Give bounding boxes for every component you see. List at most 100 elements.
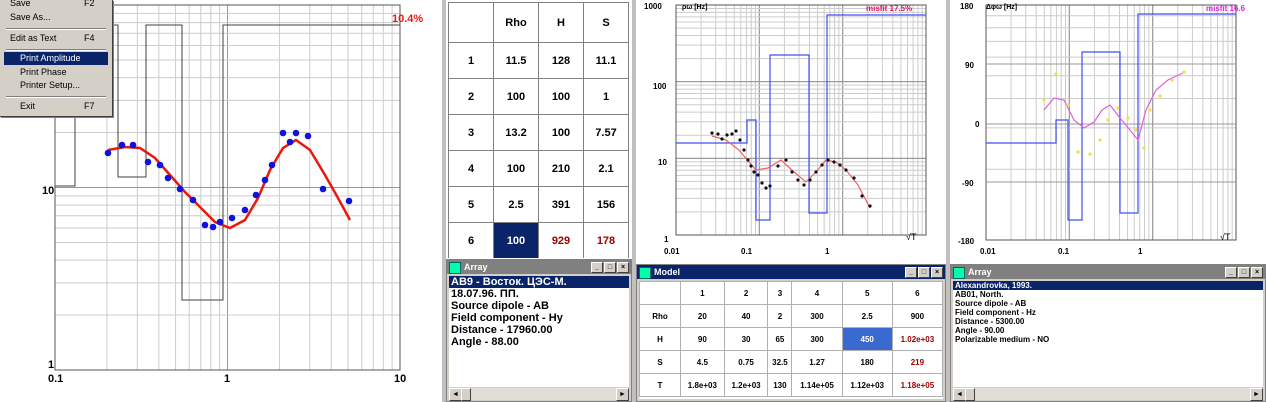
table-cell[interactable]: 100 xyxy=(493,150,539,187)
table-cell[interactable]: 1.14e+05 xyxy=(791,373,843,397)
table-header-cell: Rho xyxy=(493,2,539,43)
table-cell[interactable]: 90 xyxy=(680,327,725,351)
scroll-thumb[interactable] xyxy=(965,388,975,401)
data-point xyxy=(176,185,184,193)
list-item[interactable]: Source dipole - AB xyxy=(449,300,629,312)
table-header-cell: 6 xyxy=(891,281,943,305)
table-cell[interactable]: 1.02e+03 xyxy=(891,327,943,351)
list-item[interactable]: AB9 - Восток. ЦЭС-М. xyxy=(449,276,629,288)
table-cell[interactable]: 300 xyxy=(791,304,843,328)
list-item[interactable]: Field component - Hy xyxy=(449,312,629,324)
window-title: Array xyxy=(464,262,488,272)
table-cell[interactable]: 32.5 xyxy=(767,350,793,374)
table-cell[interactable]: 1.12e+03 xyxy=(841,373,893,397)
table-cell[interactable]: 100 xyxy=(493,78,539,115)
window-title: Model xyxy=(654,267,680,277)
data-point xyxy=(1182,70,1186,74)
list-item[interactable]: Field component - Hz xyxy=(953,308,1263,317)
table-cell[interactable]: 1.8e+03 xyxy=(680,373,725,397)
menu-item-exit[interactable]: Exit F7 xyxy=(4,100,108,113)
list-item[interactable]: 18.07.96. ПП. xyxy=(449,288,629,300)
table-cell[interactable]: 128 xyxy=(538,42,584,79)
scroll-right-icon[interactable]: ► xyxy=(616,388,629,401)
table-cell[interactable]: 4.5 xyxy=(680,350,725,374)
table-cell[interactable]: 1.18e+05 xyxy=(891,373,943,397)
maximize-icon[interactable]: □ xyxy=(918,267,930,278)
y-axis-label: ρω [Hz] xyxy=(682,4,707,11)
table-cell[interactable]: 2 xyxy=(767,304,793,328)
close-icon[interactable]: × xyxy=(931,267,943,278)
table-row: 4 100 210 2.1 xyxy=(448,150,629,187)
table-cell[interactable]: 180 xyxy=(841,350,893,374)
sqrt-t-label: √T xyxy=(906,232,917,242)
table-cell[interactable]: 929 xyxy=(538,222,584,258)
close-icon[interactable]: × xyxy=(617,262,629,273)
table-cell[interactable]: 65 xyxy=(767,327,793,351)
maximize-icon[interactable]: □ xyxy=(1238,267,1250,278)
window-title: Array xyxy=(968,267,992,277)
table-cell[interactable]: 1.2e+03 xyxy=(723,373,769,397)
table-cell[interactable]: 2.1 xyxy=(583,150,629,187)
table-cell[interactable]: 391 xyxy=(538,186,584,223)
menu-item-save[interactable]: Save F2 xyxy=(4,0,108,10)
table-cell[interactable]: 300 xyxy=(791,327,843,351)
table-cell[interactable]: 219 xyxy=(891,350,943,374)
table-cell[interactable]: 30 xyxy=(723,327,769,351)
data-point xyxy=(790,170,794,174)
list-item[interactable]: Angle - 90.00 xyxy=(953,326,1263,335)
window-titlebar[interactable]: Model _ □ × xyxy=(637,265,945,279)
table-cell[interactable]: 11.1 xyxy=(583,42,629,79)
menu-item-save-as[interactable]: Save As... xyxy=(4,11,108,24)
minimize-icon[interactable]: _ xyxy=(1225,267,1237,278)
minimize-icon[interactable]: _ xyxy=(591,262,603,273)
selected-cell[interactable]: 100 xyxy=(493,222,539,258)
table-cell[interactable]: 130 xyxy=(767,373,793,397)
table-cell[interactable]: 900 xyxy=(891,304,943,328)
list-item[interactable]: AB01, North. xyxy=(953,290,1263,299)
table-cell[interactable]: 20 xyxy=(680,304,725,328)
app-icon xyxy=(639,267,651,279)
menu-item-label: Printer Setup... xyxy=(20,80,81,90)
table-cell[interactable]: 7.57 xyxy=(583,114,629,151)
y-tick-label: 1 xyxy=(664,235,669,244)
list-item[interactable]: Source dipole - AB xyxy=(953,299,1263,308)
maximize-icon[interactable]: □ xyxy=(604,262,616,273)
minimize-icon[interactable]: _ xyxy=(905,267,917,278)
scroll-right-icon[interactable]: ► xyxy=(1250,388,1263,401)
data-point xyxy=(216,218,224,226)
data-point xyxy=(756,173,760,177)
list-item[interactable]: Angle - 88.00 xyxy=(449,336,629,348)
list-item[interactable]: Distance - 17960.00 xyxy=(449,324,629,336)
table-cell[interactable]: 2.5 xyxy=(493,186,539,223)
table-cell[interactable]: 13.2 xyxy=(493,114,539,151)
data-point xyxy=(1066,103,1070,107)
list-item[interactable]: Distance - 5300.00 xyxy=(953,317,1263,326)
menu-item-printer-setup[interactable]: Printer Setup... xyxy=(4,79,108,92)
table-cell[interactable]: 1 xyxy=(583,78,629,115)
table-cell[interactable]: 178 xyxy=(583,222,629,258)
table-cell[interactable]: 2.5 xyxy=(841,304,893,328)
table-cell[interactable]: 100 xyxy=(538,78,584,115)
list-item[interactable]: Alexandrovka, 1993. xyxy=(953,281,1263,290)
data-point xyxy=(1088,152,1092,156)
table-cell[interactable]: 40 xyxy=(723,304,769,328)
table-cell[interactable]: 1.27 xyxy=(791,350,843,374)
y-tick-label: 10 xyxy=(658,158,667,167)
horizontal-scrollbar[interactable]: ◄ ► xyxy=(953,388,1263,401)
scroll-thumb[interactable] xyxy=(461,388,471,401)
horizontal-scrollbar[interactable]: ◄ ► xyxy=(449,388,629,401)
selected-cell[interactable]: 450 xyxy=(841,327,893,351)
window-titlebar[interactable]: Array _ □ × xyxy=(951,265,1265,279)
table-cell[interactable]: 11.5 xyxy=(493,42,539,79)
data-point xyxy=(768,184,772,188)
table-cell[interactable]: 156 xyxy=(583,186,629,223)
close-icon[interactable]: × xyxy=(1251,267,1263,278)
window-titlebar[interactable]: Array _ □ × xyxy=(447,260,631,274)
table-cell[interactable]: 0.75 xyxy=(723,350,769,374)
menu-item-print-amplitude[interactable]: Print Amplitude xyxy=(4,52,108,65)
menu-item-edit-as-text[interactable]: Edit as Text F4 xyxy=(4,32,108,45)
list-item[interactable]: Polarizable medium - NO xyxy=(953,335,1263,344)
table-cell[interactable]: 210 xyxy=(538,150,584,187)
table-cell[interactable]: 100 xyxy=(538,114,584,151)
menu-item-print-phase[interactable]: Print Phase xyxy=(4,66,108,79)
